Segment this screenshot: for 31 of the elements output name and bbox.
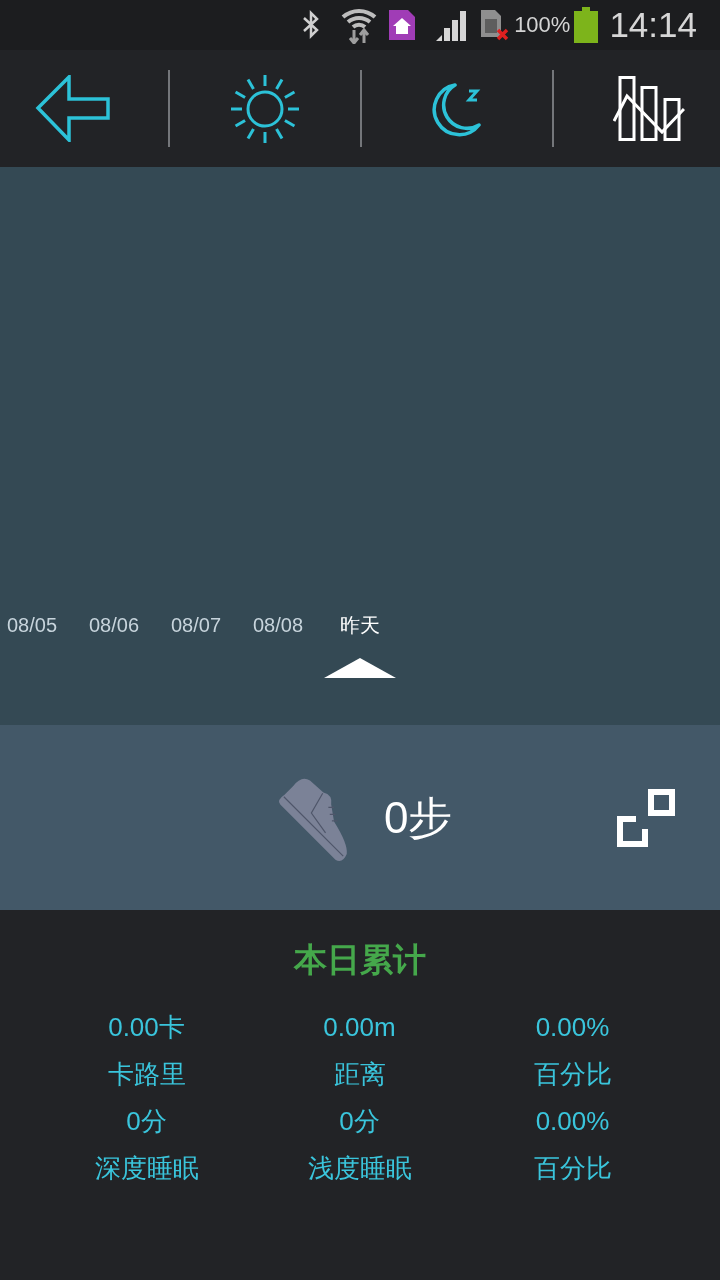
- bar-chart-icon[interactable]: [613, 75, 685, 142]
- stat-value: 0.00%: [535, 1105, 610, 1138]
- date-tab[interactable]: 08/06: [88, 613, 140, 637]
- copy-icon[interactable]: [617, 788, 675, 847]
- stat-label: 距离: [333, 1058, 386, 1091]
- stat-label: 深度睡眠: [94, 1152, 199, 1185]
- sun-icon[interactable]: [229, 72, 301, 145]
- stat-value: 0.00m: [323, 1011, 396, 1044]
- stat-value: 0.00卡: [108, 1011, 185, 1044]
- stat-value: 0分: [339, 1105, 380, 1138]
- battery-icon: [574, 7, 599, 43]
- stat-value: 0.00%: [535, 1011, 610, 1044]
- step-count: 0步: [384, 791, 453, 844]
- signal-icon: [436, 9, 469, 41]
- date-tab[interactable]: 昨天: [340, 613, 380, 637]
- stat-label: 百分比: [533, 1058, 612, 1091]
- home-app-icon: [388, 9, 417, 41]
- clock-time: 14:14: [609, 5, 697, 45]
- stat-label: 卡路里: [107, 1058, 186, 1091]
- wifi-icon: [340, 6, 379, 44]
- sim-card-icon: [479, 9, 510, 41]
- back-arrow-icon[interactable]: [35, 75, 111, 142]
- summary-title: 本日累计: [294, 940, 426, 980]
- battery-percent: 100%: [514, 12, 571, 38]
- stat-label: 浅度睡眠: [307, 1152, 412, 1185]
- stat-value: 0分: [126, 1105, 167, 1138]
- date-tab[interactable]: 08/07: [170, 613, 222, 637]
- selection-pointer-icon: [324, 658, 396, 678]
- stat-label: 百分比: [533, 1152, 612, 1185]
- date-tab[interactable]: 08/08: [252, 613, 304, 637]
- date-tab[interactable]: 08/05: [6, 613, 58, 637]
